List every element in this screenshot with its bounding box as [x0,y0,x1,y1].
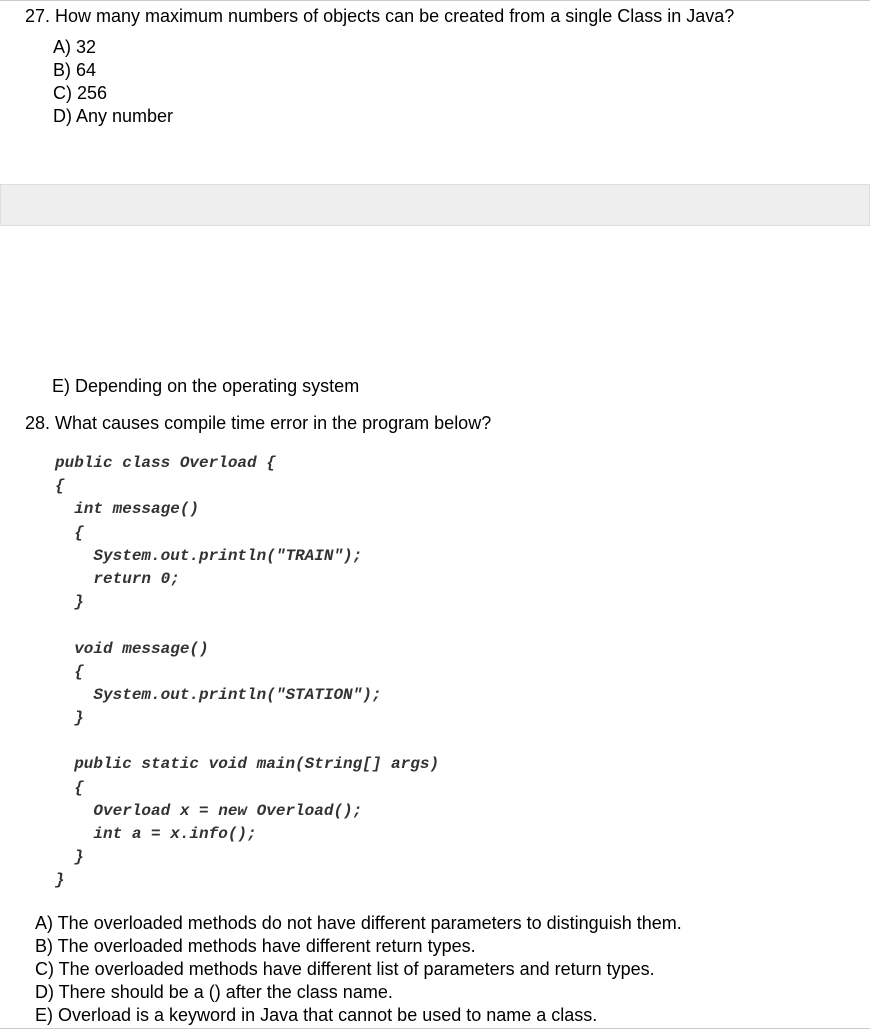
question-28-block: 28. What causes compile time error in th… [0,413,870,1026]
question-27-text: 27. How many maximum numbers of objects … [25,6,870,27]
question-28-code: public class Overload { { int message() … [25,452,870,893]
bottom-border [0,1028,870,1029]
q28-option-a: A) The overloaded methods do not have di… [35,913,870,934]
q27-option-e: E) Depending on the operating system [52,376,870,397]
q27-option-d: D) Any number [53,106,870,127]
q28-option-e: E) Overload is a keyword in Java that ca… [35,1005,870,1026]
q27-option-e-continued: E) Depending on the operating system [0,376,870,397]
question-27-options: A) 32 B) 64 C) 256 D) Any number [25,37,870,127]
page-separator [0,184,870,226]
q28-option-d: D) There should be a () after the class … [35,982,870,1003]
q27-option-c: C) 256 [53,83,870,104]
q28-option-b: B) The overloaded methods have different… [35,936,870,957]
q27-option-a: A) 32 [53,37,870,58]
question-28-options: A) The overloaded methods do not have di… [25,913,870,1026]
q28-option-c: C) The overloaded methods have different… [35,959,870,980]
question-28-text: 28. What causes compile time error in th… [25,413,870,434]
question-27-block: 27. How many maximum numbers of objects … [0,0,870,134]
q27-option-b: B) 64 [53,60,870,81]
